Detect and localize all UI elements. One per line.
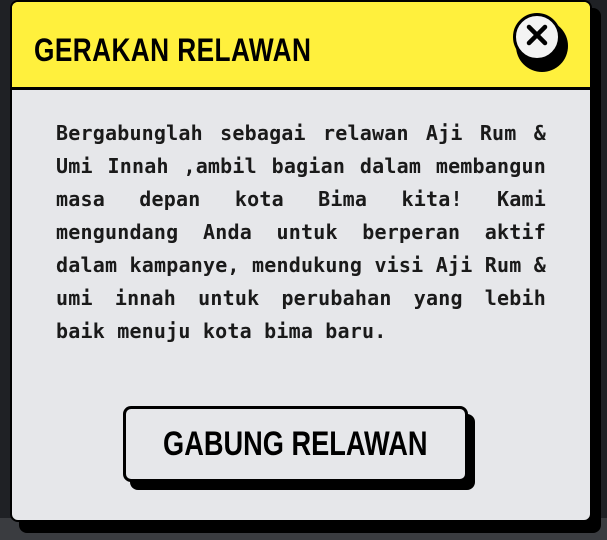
modal-header: GERAKAN RELAWAN (12, 2, 590, 90)
join-volunteer-label: GABUNG RELAWAN (163, 424, 428, 463)
join-volunteer-button[interactable]: GABUNG RELAWAN (123, 406, 468, 482)
volunteer-modal: GERAKAN RELAWAN Bergabunglah sebagai rel… (10, 0, 592, 522)
modal-title: GERAKAN RELAWAN (34, 32, 312, 68)
volunteer-description: Bergabunglah sebagai relawan Aji Rum & U… (56, 121, 546, 343)
close-icon (525, 23, 549, 51)
close-button[interactable] (513, 13, 561, 61)
